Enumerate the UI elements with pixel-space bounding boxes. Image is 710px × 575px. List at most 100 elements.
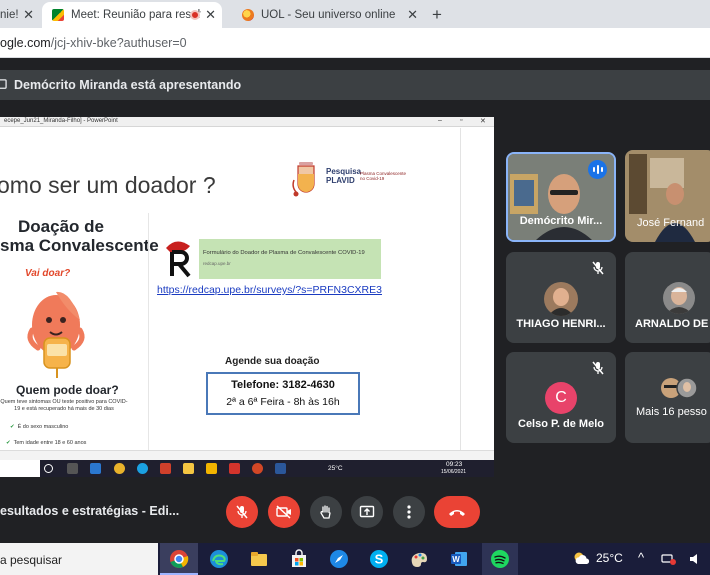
- participant-name: ARNALDO DE: [635, 318, 709, 330]
- present-screen-icon: [359, 505, 375, 518]
- phone-number: Telefone: 3182-4630: [231, 379, 335, 391]
- browser-tab-1[interactable]: nie! ✕: [0, 2, 40, 28]
- slide-divider: [148, 213, 149, 450]
- participant-tile[interactable]: C Celso P. de Melo: [506, 352, 616, 443]
- contact-box: Telefone: 3182-4630 2ª a 6ª Feira - 8h à…: [206, 372, 360, 415]
- store-icon[interactable]: [289, 549, 309, 569]
- edge-icon[interactable]: [209, 549, 229, 569]
- windows-taskbar: a pesquisar S W 25°C ^: [0, 543, 710, 575]
- network-icon[interactable]: [661, 552, 677, 566]
- plasma-bag-illustration: [27, 291, 85, 378]
- url-host: ogle.com: [0, 36, 51, 50]
- presenter-label: Demócrito Miranda está apresentando: [14, 78, 242, 92]
- meet-favicon-icon: [52, 9, 64, 21]
- shared-clock-date: 15/06/2021: [441, 469, 467, 475]
- uol-favicon-icon: [242, 9, 254, 21]
- minimize-icon: –: [438, 117, 442, 124]
- close-tab-icon[interactable]: ✕: [407, 7, 418, 23]
- camera-toggle-button[interactable]: [268, 496, 300, 528]
- present-screen-button[interactable]: [351, 496, 383, 528]
- weather-temp: 25°C: [596, 551, 623, 565]
- close-tab-icon[interactable]: ✕: [205, 7, 216, 23]
- chevron-up-icon[interactable]: ^: [638, 550, 644, 565]
- taskbar-weather[interactable]: 25°C: [573, 551, 623, 565]
- quem-pode-doar: Quem pode doar?: [16, 383, 119, 397]
- form-title: Formulário do Doador de Plasma de Conval…: [203, 250, 365, 256]
- powerpoint-icon: [252, 463, 263, 474]
- store-icon: [90, 463, 101, 474]
- redcap-logo-icon: [166, 241, 191, 278]
- schedule-heading: Agende sua doação: [225, 356, 320, 367]
- shield-app-icon: [160, 463, 171, 474]
- speaking-indicator-icon: [588, 160, 607, 179]
- taskbar-search[interactable]: a pesquisar: [0, 543, 158, 575]
- shared-screen: ecepe_Jun21_Miranda-Filho] - PowerPoint …: [0, 117, 494, 477]
- leave-call-button[interactable]: [434, 496, 480, 528]
- browser-tab-meet[interactable]: Meet: Reunião para resultado ✕: [42, 2, 222, 28]
- browser-tab-uol[interactable]: UOL - Seu universo online ✕: [232, 2, 424, 28]
- participant-tile[interactable]: THIAGO HENRI...: [506, 252, 616, 343]
- more-vert-icon: [407, 505, 411, 519]
- slide: omo ser um doador ? Pesquisa PLAVID Plasm…: [0, 128, 460, 450]
- pdf-icon: [229, 463, 240, 474]
- partly-cloudy-icon: [574, 552, 590, 564]
- browser-tab-strip: nie! ✕ Meet: Reunião para resultado ✕ UO…: [0, 0, 710, 28]
- more-options-button[interactable]: [393, 496, 425, 528]
- plavid-logo-icon: [292, 162, 315, 197]
- close-tab-icon[interactable]: ✕: [23, 7, 34, 23]
- edge-icon: [137, 463, 148, 474]
- more-participants-tile[interactable]: Mais 16 pesso: [625, 352, 710, 443]
- shared-weather-temp: 25°C: [328, 465, 343, 472]
- skype-icon[interactable]: S: [369, 549, 389, 569]
- svg-text:S: S: [375, 552, 384, 567]
- address-bar[interactable]: ogle.com/jcj-xhiv-bke?authuser=0: [0, 28, 710, 58]
- participant-name: THIAGO HENRI...: [516, 318, 606, 330]
- word-icon[interactable]: W: [449, 549, 469, 569]
- mic-off-icon: [592, 261, 604, 275]
- form-site: redcap.upe.br: [203, 261, 231, 266]
- word-icon: [275, 463, 286, 474]
- svg-text:W: W: [452, 555, 460, 564]
- check-icon: ✔: [10, 424, 15, 430]
- camera-off-icon: [276, 505, 291, 519]
- participant-tile[interactable]: ARNALDO DE: [625, 252, 710, 343]
- file-explorer-icon[interactable]: [249, 549, 269, 569]
- presenting-icon: [0, 79, 7, 89]
- powerpoint-window-title: ecepe_Jun21_Miranda-Filho] - PowerPoint: [4, 118, 118, 124]
- donation-title-line2: sma Convalescente: [0, 236, 159, 255]
- eligibility-description: Quem teve sintomas OU teste positivo par…: [0, 399, 128, 412]
- presenting-banner: Demócrito Miranda está apresentando: [0, 70, 710, 100]
- compass-app-icon[interactable]: [329, 549, 349, 569]
- shared-clock-time: 09:23: [446, 461, 463, 468]
- avatar-initial: C: [545, 382, 577, 414]
- mic-toggle-button[interactable]: [226, 496, 258, 528]
- new-tab-icon[interactable]: +: [432, 5, 442, 25]
- url-path: /jcj-xhiv-bke?authuser=0: [50, 36, 187, 50]
- participant-name: Demócrito Mir...: [519, 215, 603, 227]
- paint-icon[interactable]: [409, 549, 429, 569]
- mic-off-icon: [592, 361, 604, 375]
- plavid-logo-text: Pesquisa PLAVID: [326, 167, 362, 185]
- raise-hand-icon: [320, 505, 331, 519]
- participant-tile-presenter[interactable]: Demócrito Mir...: [506, 152, 616, 242]
- slide-title: omo ser um doador ?: [0, 172, 216, 198]
- redcap-survey-link[interactable]: https://redcap.upe.br/surveys/?s=PRFN3CX…: [157, 284, 382, 296]
- avatar: [663, 282, 695, 314]
- plavid-logo-subtitle: Plasma Convalescente no Covid-19: [360, 171, 407, 181]
- spotify-icon[interactable]: [490, 549, 510, 569]
- powerpoint-titlebar: ecepe_Jun21_Miranda-Filho] - PowerPoint …: [0, 117, 494, 127]
- participant-tile[interactable]: José Fernand: [625, 150, 710, 242]
- speaker-icon[interactable]: [688, 552, 702, 566]
- close-icon: ✕: [480, 118, 486, 125]
- participant-name: Celso P. de Melo: [518, 418, 604, 430]
- chrome-icon[interactable]: [169, 549, 189, 569]
- requirement-item: ✔ Tem idade entre 18 e 60 anos: [6, 440, 86, 446]
- avatar: [544, 282, 578, 316]
- check-icon: ✔: [6, 440, 11, 446]
- taskview-icon: [67, 463, 78, 474]
- powerpoint-side-pane: [460, 128, 494, 450]
- redcap-form-banner: Formulário do Doador de Plasma de Conval…: [199, 239, 381, 279]
- explorer-icon: [206, 463, 217, 474]
- meeting-title: esultados e estratégias - Edi...: [0, 504, 180, 518]
- raise-hand-button[interactable]: [310, 496, 342, 528]
